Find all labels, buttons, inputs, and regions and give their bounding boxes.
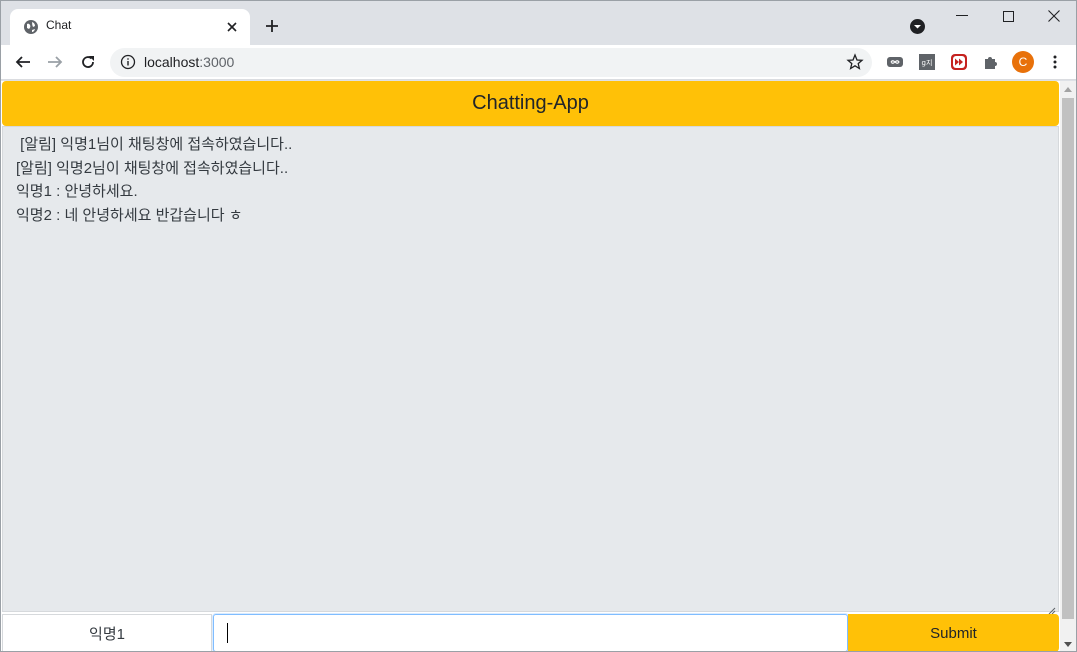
username-display: 익명1 [2, 614, 212, 651]
bookmark-star-icon[interactable] [846, 53, 864, 71]
reload-icon[interactable] [75, 50, 101, 74]
submit-button[interactable]: Submit [848, 614, 1059, 651]
back-arrow-icon[interactable] [10, 50, 36, 74]
browser-window: Chat localhost:3000 g지 C Chatting-App [알… [0, 0, 1077, 652]
chat-message: [알림] 익명2님이 채팅창에 접속하였습니다.. [16, 159, 289, 177]
close-tab-icon[interactable] [223, 18, 241, 36]
forward-arrow-icon[interactable] [42, 50, 68, 74]
tab-strip: Chat [1, 1, 1076, 45]
url-host: localhost [144, 54, 200, 70]
resize-grip-icon[interactable] [1046, 599, 1056, 615]
svg-text:g지: g지 [922, 58, 933, 67]
puzzle-icon[interactable] [982, 53, 1000, 71]
minimize-icon[interactable] [939, 1, 985, 31]
app-header-title: Chatting-App [2, 81, 1059, 126]
url-text[interactable]: localhost:3000 [144, 54, 234, 70]
scrollbar-thumb[interactable] [1062, 98, 1074, 619]
chat-message: 익명2 : 네 안녕하세요 반갑습니다 ㅎ [16, 206, 243, 224]
page-scrollbar[interactable] [1060, 81, 1076, 651]
scroll-up-arrow-icon[interactable] [1060, 81, 1076, 98]
maximize-icon[interactable] [985, 1, 1031, 31]
chat-message: [알림] 익명1님이 채팅창에 접속하였습니다.. [16, 136, 293, 153]
red-extension-icon[interactable] [950, 53, 968, 71]
new-tab-plus-icon[interactable] [262, 16, 282, 36]
tab-chat[interactable]: Chat [10, 9, 250, 45]
text-caret [227, 623, 228, 643]
web-page: Chatting-App [알림] 익명1님이 채팅창에 접속하였습니다.. [… [1, 81, 1076, 651]
kebab-menu-icon[interactable] [1042, 50, 1068, 74]
chat-log[interactable]: [알림] 익명1님이 채팅창에 접속하였습니다.. [알림] 익명2님이 채팅창… [2, 126, 1059, 615]
info-icon[interactable] [120, 54, 136, 70]
address-bar[interactable]: localhost:3000 [110, 48, 872, 77]
chat-message: 익명1 : 안녕하세요. [16, 183, 138, 200]
profile-avatar[interactable]: C [1012, 51, 1034, 73]
tab-title: Chat [46, 18, 72, 32]
message-input[interactable] [213, 614, 848, 651]
url-port: :3000 [199, 54, 235, 70]
infinity-extension-icon[interactable] [886, 53, 904, 71]
globe-icon [23, 19, 39, 35]
translate-extension-icon[interactable]: g지 [918, 53, 936, 71]
tab-search-dropdown-icon[interactable] [909, 18, 926, 35]
scroll-down-arrow-icon[interactable] [1060, 636, 1076, 651]
close-window-icon[interactable] [1031, 1, 1076, 31]
message-form: 익명1 Submit [1, 613, 1060, 651]
browser-toolbar: localhost:3000 g지 C [1, 45, 1076, 80]
